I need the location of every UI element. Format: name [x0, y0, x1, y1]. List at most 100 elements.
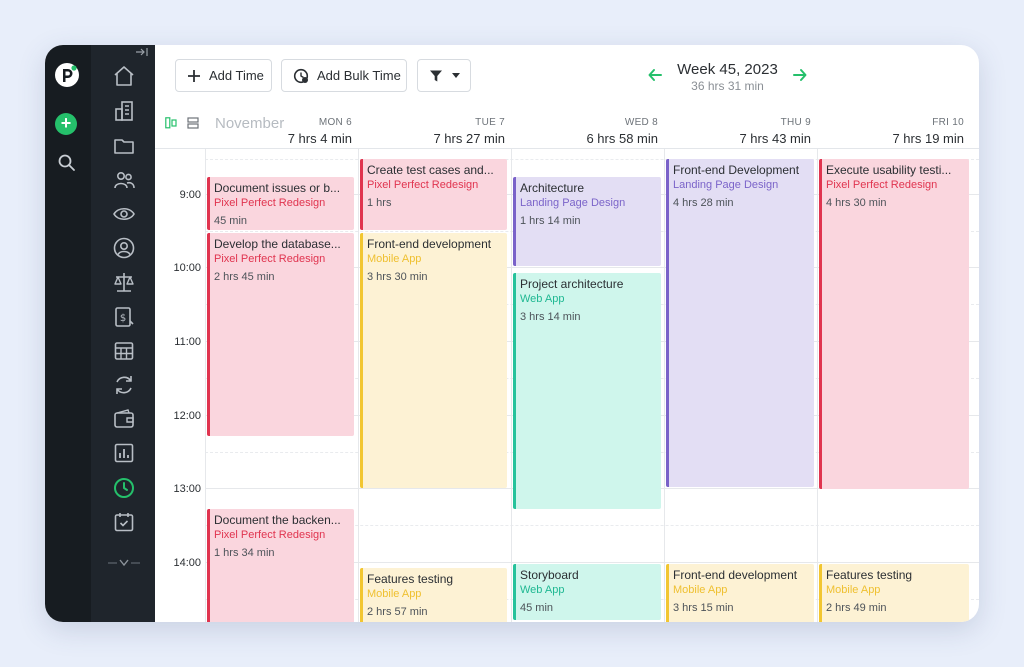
week-total: 36 hrs 31 min: [691, 79, 764, 93]
entry-title: Project architecture: [520, 277, 624, 291]
entry-project: Pixel Perfect Redesign: [367, 179, 479, 191]
entry-title: Features testing: [367, 572, 454, 586]
day-header-tue: TUE 7 7 hrs 27 min: [358, 117, 511, 146]
users-icon[interactable]: [112, 168, 136, 192]
app-window: + $ Add Time Add Bulk Time Week 45, 2023…: [45, 45, 979, 622]
add-time-button[interactable]: Add Time: [175, 59, 272, 92]
day-label: THU 9: [780, 117, 811, 128]
week-title: Week 45, 2023: [677, 61, 778, 78]
entry-project: Mobile App: [826, 584, 881, 596]
day-hours: 7 hrs 43 min: [739, 131, 811, 146]
entry-duration: 2 hrs 57 min: [367, 606, 428, 618]
table-icon[interactable]: [112, 339, 136, 363]
day-header-thu: THU 9 7 hrs 43 min: [664, 117, 817, 146]
time-entry[interactable]: Document the backen... Pixel Perfect Red…: [207, 509, 354, 622]
filter-button[interactable]: [417, 59, 471, 92]
entry-title: Front-end development: [367, 237, 492, 251]
week-indicator: Week 45, 2023 36 hrs 31 min: [675, 61, 780, 93]
entry-duration: 45 min: [214, 215, 248, 227]
time-label: 9:00: [179, 189, 201, 201]
wallet-icon[interactable]: [112, 407, 136, 431]
entry-title: Storyboard: [520, 568, 579, 582]
report-icon[interactable]: [112, 441, 136, 465]
add-bulk-time-button[interactable]: Add Bulk Time: [281, 59, 407, 92]
time-entry[interactable]: Create test cases and... Pixel Perfect R…: [360, 159, 507, 230]
prev-week-arrow-icon[interactable]: [647, 67, 663, 83]
time-label: 14:00: [173, 557, 201, 569]
time-label: 10:00: [173, 262, 201, 274]
user-circle-icon[interactable]: [112, 236, 136, 260]
time-entry[interactable]: Front-end development Mobile App 3 hrs 1…: [666, 564, 814, 622]
day-header-fri: FRI 10 7 hrs 19 min: [817, 117, 970, 146]
week-view-icon[interactable]: [165, 117, 177, 129]
chevron-down-icon[interactable]: [106, 555, 142, 571]
entry-title: Create test cases and...: [367, 163, 494, 177]
main-panel: Add Time Add Bulk Time Week 45, 2023 36 …: [155, 45, 979, 622]
day-column-divider: [205, 149, 206, 622]
time-entry[interactable]: Architecture Landing Page Design 1 hrs 1…: [513, 177, 661, 266]
day-column-divider: [358, 149, 359, 622]
eye-icon[interactable]: [112, 202, 136, 226]
entry-title: Execute usability testi...: [826, 163, 952, 177]
sidebar-nav: [91, 45, 155, 622]
time-entry[interactable]: Features testing Mobile App 2 hrs 49 min: [819, 564, 969, 622]
plus-icon[interactable]: +: [55, 113, 77, 135]
day-label: WED 8: [624, 117, 658, 128]
time-entry[interactable]: Develop the database... Pixel Perfect Re…: [207, 233, 354, 436]
list-view-icon[interactable]: [187, 117, 199, 129]
refresh-icon[interactable]: [112, 373, 136, 397]
app-rail: +: [45, 45, 91, 622]
time-label: 13:00: [173, 483, 201, 495]
day-header-wed: WED 8 6 hrs 58 min: [511, 117, 664, 146]
day-header-mon: MON 6 7 hrs 4 min: [205, 117, 358, 146]
time-entry[interactable]: Front-end Development Landing Page Desig…: [666, 159, 814, 487]
home-icon[interactable]: [112, 64, 136, 88]
entry-duration: 1 hrs 14 min: [520, 215, 581, 227]
day-column-divider: [817, 149, 818, 622]
day-hours: 6 hrs 58 min: [586, 131, 658, 146]
day-label: TUE 7: [475, 117, 505, 128]
entry-title: Features testing: [826, 568, 913, 582]
entry-duration: 45 min: [520, 602, 554, 614]
entry-duration: 3 hrs 30 min: [367, 271, 428, 283]
entry-duration: 4 hrs 28 min: [673, 197, 734, 209]
caret-down-icon: [452, 72, 460, 78]
scale-icon[interactable]: [112, 270, 136, 294]
entry-duration: 2 hrs 49 min: [826, 602, 887, 614]
entry-title: Develop the database...: [214, 237, 341, 251]
time-entry[interactable]: Front-end development Mobile App 3 hrs 3…: [360, 233, 507, 488]
entry-title: Architecture: [520, 181, 585, 195]
time-entry[interactable]: Storyboard Web App 45 min: [513, 564, 661, 620]
time-label: 12:00: [173, 410, 201, 422]
time-entry[interactable]: Features testing Mobile App 2 hrs 57 min: [360, 568, 507, 622]
entry-project: Pixel Perfect Redesign: [826, 179, 938, 191]
filter-icon: [430, 70, 442, 81]
clock-icon[interactable]: [112, 476, 136, 500]
time-entry[interactable]: Project architecture Web App 3 hrs 14 mi…: [513, 273, 661, 509]
entry-duration: 2 hrs 45 min: [214, 271, 275, 283]
entry-duration: 3 hrs 14 min: [520, 311, 581, 323]
entry-title: Document the backen...: [214, 513, 341, 527]
entry-project: Web App: [520, 293, 565, 305]
collapse-icon[interactable]: [135, 47, 149, 57]
logo-icon[interactable]: [54, 62, 80, 88]
entry-project: Landing Page Design: [520, 197, 626, 209]
entry-project: Pixel Perfect Redesign: [214, 197, 326, 209]
building-icon[interactable]: [112, 99, 136, 123]
entry-project: Mobile App: [367, 253, 422, 265]
calendar-check-icon[interactable]: [112, 510, 136, 534]
time-entry[interactable]: Execute usability testi... Pixel Perfect…: [819, 159, 969, 489]
entry-project: Landing Page Design: [673, 179, 779, 191]
time-entry[interactable]: Document issues or b... Pixel Perfect Re…: [207, 177, 354, 230]
entry-duration: 3 hrs 15 min: [673, 602, 734, 614]
entry-project: Web App: [520, 584, 565, 596]
search-icon[interactable]: [57, 153, 77, 173]
day-hours: 7 hrs 19 min: [892, 131, 964, 146]
folder-icon[interactable]: [112, 134, 136, 158]
entry-project: Mobile App: [367, 588, 422, 600]
entry-duration: 1 hrs: [367, 197, 392, 209]
next-week-arrow-icon[interactable]: [792, 67, 808, 83]
invoice-icon[interactable]: $: [112, 305, 136, 329]
time-label: 11:00: [174, 336, 201, 348]
add-time-label: Add Time: [209, 68, 264, 83]
